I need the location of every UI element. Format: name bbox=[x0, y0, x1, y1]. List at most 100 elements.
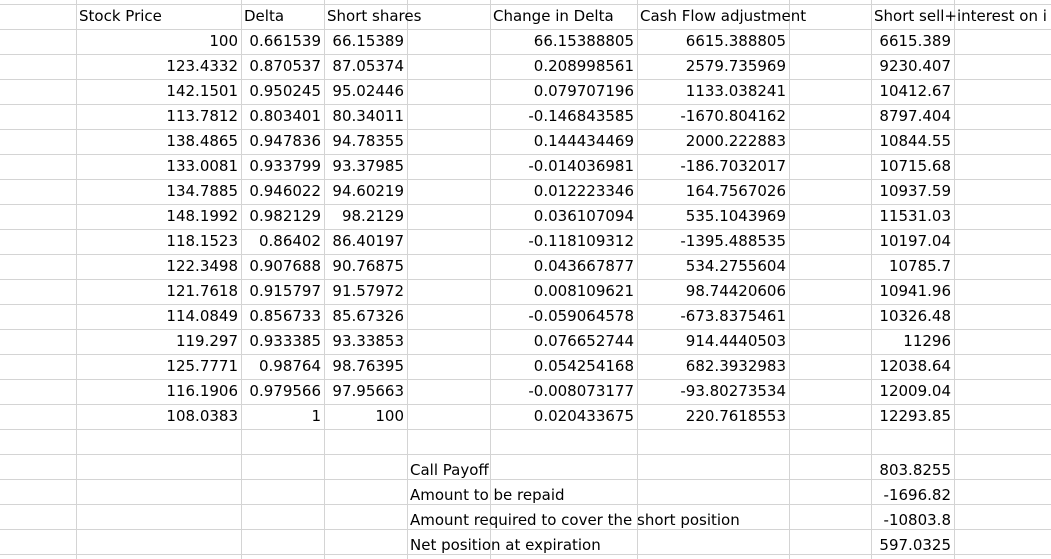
header-short-shares[interactable]: Short shares bbox=[324, 4, 474, 29]
cell-delta[interactable]: 0.86402 bbox=[241, 229, 324, 254]
cell-change-delta[interactable]: 0.144434469 bbox=[490, 129, 637, 154]
summary-value[interactable]: -1696.82 bbox=[871, 483, 954, 508]
cell-change-delta[interactable]: 0.054254168 bbox=[490, 354, 637, 379]
cell-short-shares[interactable]: 93.37985 bbox=[324, 154, 407, 179]
cell-stock-price[interactable]: 133.0081 bbox=[76, 154, 241, 179]
cell-short-sell[interactable]: 10326.48 bbox=[871, 304, 954, 329]
cell-change-delta[interactable]: 0.012223346 bbox=[490, 179, 637, 204]
cell-short-sell[interactable]: 11296 bbox=[871, 329, 954, 354]
cell-short-shares[interactable]: 97.95663 bbox=[324, 379, 407, 404]
cell-cash-flow[interactable]: 164.7567026 bbox=[637, 179, 789, 204]
header-cash-flow[interactable]: Cash Flow adjustment bbox=[637, 4, 837, 29]
cell-change-delta[interactable]: 0.079707196 bbox=[490, 79, 637, 104]
cell-stock-price[interactable]: 148.1992 bbox=[76, 204, 241, 229]
cell-change-delta[interactable]: 66.15388805 bbox=[490, 29, 637, 54]
header-change-delta[interactable]: Change in Delta bbox=[490, 4, 637, 29]
cell-short-shares[interactable]: 86.40197 bbox=[324, 229, 407, 254]
cell-short-shares[interactable]: 98.76395 bbox=[324, 354, 407, 379]
summary-value[interactable]: 803.8255 bbox=[871, 458, 954, 483]
cell-stock-price[interactable]: 142.1501 bbox=[76, 79, 241, 104]
cell-cash-flow[interactable]: 220.7618553 bbox=[637, 404, 789, 429]
cell-cash-flow[interactable]: -186.7032017 bbox=[637, 154, 789, 179]
cell-stock-price[interactable]: 116.1906 bbox=[76, 379, 241, 404]
cell-change-delta[interactable]: -0.008073177 bbox=[490, 379, 637, 404]
header-stock-price[interactable]: Stock Price bbox=[76, 4, 241, 29]
cell-short-shares[interactable]: 98.2129 bbox=[324, 204, 407, 229]
cell-cash-flow[interactable]: 98.74420606 bbox=[637, 279, 789, 304]
cell-stock-price[interactable]: 123.4332 bbox=[76, 54, 241, 79]
cell-short-sell[interactable]: 12009.04 bbox=[871, 379, 954, 404]
summary-label[interactable]: Net position at expiration bbox=[407, 533, 867, 558]
cell-short-sell[interactable]: 12038.64 bbox=[871, 354, 954, 379]
cell-change-delta[interactable]: -0.014036981 bbox=[490, 154, 637, 179]
cell-delta[interactable]: 0.946022 bbox=[241, 179, 324, 204]
cell-short-sell[interactable]: 10937.59 bbox=[871, 179, 954, 204]
cell-short-sell[interactable]: 6615.389 bbox=[871, 29, 954, 54]
cell-delta[interactable]: 0.856733 bbox=[241, 304, 324, 329]
summary-label[interactable]: Amount to be repaid bbox=[407, 483, 867, 508]
cell-delta[interactable]: 0.950245 bbox=[241, 79, 324, 104]
cell-cash-flow[interactable]: 2000.222883 bbox=[637, 129, 789, 154]
cell-short-sell[interactable]: 8797.404 bbox=[871, 104, 954, 129]
cell-delta[interactable]: 0.933385 bbox=[241, 329, 324, 354]
cell-delta[interactable]: 0.907688 bbox=[241, 254, 324, 279]
cell-delta[interactable]: 0.947836 bbox=[241, 129, 324, 154]
cell-short-sell[interactable]: 11531.03 bbox=[871, 204, 954, 229]
cell-stock-price[interactable]: 125.7771 bbox=[76, 354, 241, 379]
cell-stock-price[interactable]: 100 bbox=[76, 29, 241, 54]
cell-short-sell[interactable]: 10785.7 bbox=[871, 254, 954, 279]
cell-change-delta[interactable]: 0.036107094 bbox=[490, 204, 637, 229]
header-delta[interactable]: Delta bbox=[241, 4, 324, 29]
cell-cash-flow[interactable]: -1670.804162 bbox=[637, 104, 789, 129]
cell-short-sell[interactable]: 10844.55 bbox=[871, 129, 954, 154]
cell-short-shares[interactable]: 93.33853 bbox=[324, 329, 407, 354]
cell-delta[interactable]: 1 bbox=[241, 404, 324, 429]
cell-short-shares[interactable]: 87.05374 bbox=[324, 54, 407, 79]
cell-delta[interactable]: 0.979566 bbox=[241, 379, 324, 404]
header-short-sell[interactable]: Short sell+interest on i bbox=[871, 4, 1051, 29]
cell-delta[interactable]: 0.661539 bbox=[241, 29, 324, 54]
cell-short-shares[interactable]: 80.34011 bbox=[324, 104, 407, 129]
cell-stock-price[interactable]: 121.7618 bbox=[76, 279, 241, 304]
cell-short-shares[interactable]: 90.76875 bbox=[324, 254, 407, 279]
cell-delta[interactable]: 0.933799 bbox=[241, 154, 324, 179]
cell-cash-flow[interactable]: -93.80273534 bbox=[637, 379, 789, 404]
cell-cash-flow[interactable]: 914.4440503 bbox=[637, 329, 789, 354]
cell-change-delta[interactable]: -0.118109312 bbox=[490, 229, 637, 254]
cell-change-delta[interactable]: 0.043667877 bbox=[490, 254, 637, 279]
cell-stock-price[interactable]: 122.3498 bbox=[76, 254, 241, 279]
cell-stock-price[interactable]: 134.7885 bbox=[76, 179, 241, 204]
cell-cash-flow[interactable]: 535.1043969 bbox=[637, 204, 789, 229]
cell-short-shares[interactable]: 94.78355 bbox=[324, 129, 407, 154]
cell-short-sell[interactable]: 9230.407 bbox=[871, 54, 954, 79]
cell-cash-flow[interactable]: 534.2755604 bbox=[637, 254, 789, 279]
cell-short-sell[interactable]: 10941.96 bbox=[871, 279, 954, 304]
cell-short-sell[interactable]: 10412.67 bbox=[871, 79, 954, 104]
cell-cash-flow[interactable]: -1395.488535 bbox=[637, 229, 789, 254]
cell-change-delta[interactable]: 0.020433675 bbox=[490, 404, 637, 429]
cell-stock-price[interactable]: 113.7812 bbox=[76, 104, 241, 129]
cell-short-shares[interactable]: 94.60219 bbox=[324, 179, 407, 204]
cell-short-sell[interactable]: 10197.04 bbox=[871, 229, 954, 254]
summary-value[interactable]: -10803.8 bbox=[871, 508, 954, 533]
cell-delta[interactable]: 0.870537 bbox=[241, 54, 324, 79]
summary-label[interactable]: Amount required to cover the short posit… bbox=[407, 508, 867, 533]
cell-cash-flow[interactable]: 682.3932983 bbox=[637, 354, 789, 379]
cell-cash-flow[interactable]: -673.8375461 bbox=[637, 304, 789, 329]
cell-change-delta[interactable]: 0.008109621 bbox=[490, 279, 637, 304]
cell-short-shares[interactable]: 85.67326 bbox=[324, 304, 407, 329]
cell-short-sell[interactable]: 10715.68 bbox=[871, 154, 954, 179]
cell-short-shares[interactable]: 100 bbox=[324, 404, 407, 429]
cell-delta[interactable]: 0.982129 bbox=[241, 204, 324, 229]
cell-change-delta[interactable]: -0.059064578 bbox=[490, 304, 637, 329]
cell-delta[interactable]: 0.98764 bbox=[241, 354, 324, 379]
cell-short-sell[interactable]: 12293.85 bbox=[871, 404, 954, 429]
cell-short-shares[interactable]: 66.15389 bbox=[324, 29, 407, 54]
cell-stock-price[interactable]: 119.297 bbox=[76, 329, 241, 354]
cell-cash-flow[interactable]: 6615.388805 bbox=[637, 29, 789, 54]
cell-delta[interactable]: 0.803401 bbox=[241, 104, 324, 129]
cell-cash-flow[interactable]: 2579.735969 bbox=[637, 54, 789, 79]
cell-change-delta[interactable]: 0.208998561 bbox=[490, 54, 637, 79]
summary-label[interactable]: Call Payoff bbox=[407, 458, 867, 483]
cell-short-shares[interactable]: 91.57972 bbox=[324, 279, 407, 304]
